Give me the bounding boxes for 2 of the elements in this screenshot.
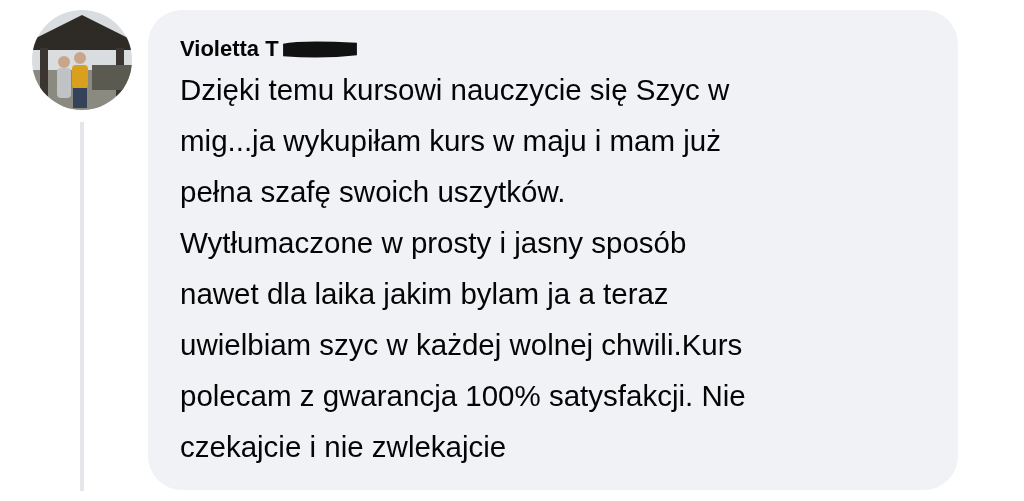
author-name[interactable]: Violetta T bbox=[180, 36, 279, 62]
comment-text: Dzięki temu kursowi nauczycie się Szyc w mig...ja wykupiłam kurs w maju i mam już pełna szafę swoich uszytków. Wytłumaczone w prosty i jasny sposób nawet dla laika jakim bylam ja a teraz uwielbiam szyc w każdej wolnej chwili.Kurs polecam z gwarancja 100% satysfakcji. Nie czekajcie i nie zwlekajcie bbox=[180, 72, 747, 465]
